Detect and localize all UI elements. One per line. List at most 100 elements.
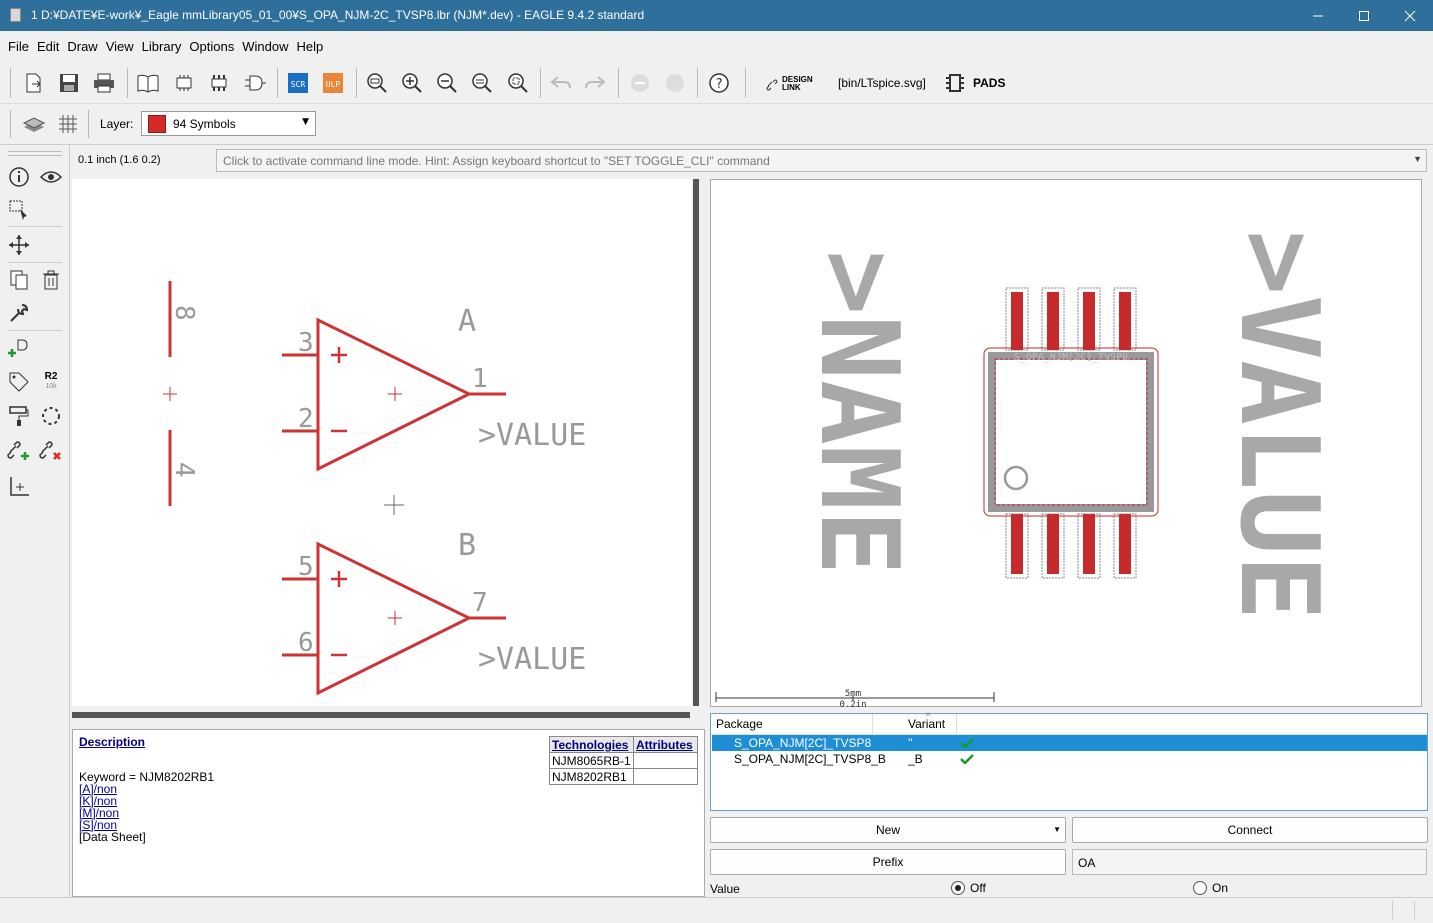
go-icon[interactable]	[663, 71, 687, 95]
library-book-icon[interactable]	[136, 71, 160, 95]
technologies-header[interactable]: Technologies	[549, 736, 634, 753]
menu-bar: File Edit Draw View Library Options Wind…	[0, 31, 1433, 61]
new-button[interactable]: New ▼	[710, 817, 1066, 843]
zoom-fit-icon[interactable]	[365, 71, 389, 95]
wrench-icon[interactable]	[6, 300, 32, 326]
sort-up-icon: ^	[926, 711, 931, 721]
scale-top-label: 5mm	[845, 689, 861, 699]
value-label: Value	[710, 882, 740, 896]
open-file-icon[interactable]	[22, 71, 46, 95]
dashed-circle-icon[interactable]	[38, 403, 64, 429]
info-icon[interactable]	[6, 164, 32, 190]
symbol-icon[interactable]	[243, 71, 267, 95]
svg-text:?: ?	[715, 77, 723, 92]
pads-button[interactable]: PADS	[945, 73, 1005, 93]
radio-selected-icon	[951, 881, 965, 895]
datasheet-text: [Data Sheet]	[79, 830, 146, 844]
title-bar: 1 D:¥DATE¥E-work¥_Eagle mmLibrary05_01_0…	[0, 0, 1433, 31]
add-gate-icon[interactable]	[6, 336, 32, 362]
undo-icon[interactable]	[549, 71, 573, 95]
ulp-icon[interactable]: ULP	[321, 71, 345, 95]
gate-a-pin-plus: 3	[298, 328, 314, 358]
value-on-radio[interactable]: On	[1193, 881, 1228, 895]
stop-icon[interactable]	[628, 71, 652, 95]
connect-button[interactable]: Connect	[1072, 817, 1428, 843]
package-icon[interactable]	[207, 71, 231, 95]
check-icon	[960, 754, 974, 764]
redo-icon[interactable]	[583, 71, 607, 95]
zoom-previous-icon[interactable]	[470, 71, 494, 95]
layer-settings-icon[interactable]	[22, 112, 46, 136]
zoom-select-icon[interactable]	[506, 71, 530, 95]
chevron-down-icon: ▼	[1053, 825, 1061, 834]
delete-trash-icon[interactable]	[38, 267, 64, 293]
device-icon[interactable]	[172, 71, 196, 95]
package-row[interactable]: S_OPA_NJM[2C]_TVSP8 ''	[712, 735, 1427, 751]
symbol-canvas[interactable]: A B >VALUE >VALUE 3 2 1 5 6 7 8 4	[72, 179, 692, 706]
value-off-radio[interactable]: Off	[951, 881, 986, 895]
window-title: 1 D:¥DATE¥E-work¥_Eagle mmLibrary05_01_0…	[31, 8, 645, 22]
gate-b-pin-plus: 5	[298, 552, 314, 582]
menu-library[interactable]: Library	[137, 39, 187, 54]
gate-a-name: A	[458, 304, 476, 339]
prefix-field[interactable]: OA	[1072, 849, 1427, 875]
design-link-button[interactable]: DESIGN LINK	[766, 75, 826, 93]
attribute-tag-icon[interactable]	[6, 369, 32, 395]
ltspice-button[interactable]: [bin/LTspice.svg]	[838, 76, 926, 90]
close-button[interactable]	[1387, 0, 1433, 31]
package-list: Package Variant ^ S_OPA_NJM[2C]_TVSP8 ''…	[710, 711, 1428, 811]
maximize-button[interactable]	[1341, 0, 1387, 31]
menu-file[interactable]: File	[3, 39, 34, 54]
package-column-header[interactable]: Package	[716, 717, 763, 731]
power-pin-bottom: 4	[169, 462, 199, 478]
menu-options[interactable]: Options	[184, 39, 239, 54]
technology-cell: NJM8202RB1	[549, 768, 634, 785]
grid-icon[interactable]	[56, 112, 80, 136]
symbol-canvas-vertical-scrollbar[interactable]	[693, 179, 699, 706]
dimension-icon[interactable]	[6, 473, 32, 499]
layer-color-swatch	[148, 115, 166, 133]
zoom-out-icon[interactable]	[435, 71, 459, 95]
disconnect-link-icon[interactable]	[38, 437, 64, 463]
gate-b-name: B	[458, 528, 476, 563]
package-row[interactable]: S_OPA_NJM[2C]_TVSP8_B _B	[712, 751, 1427, 767]
radio-unselected-icon	[1193, 881, 1207, 895]
show-eye-icon[interactable]	[38, 164, 64, 190]
zoom-in-icon[interactable]	[400, 71, 424, 95]
print-icon[interactable]	[92, 71, 116, 95]
menu-help[interactable]: Help	[291, 39, 328, 54]
command-line-input[interactable]: Click to activate command line mode. Hin…	[216, 149, 1427, 172]
help-icon[interactable]: ?	[707, 71, 731, 95]
move-icon[interactable]	[6, 232, 32, 258]
copy-icon[interactable]	[6, 267, 32, 293]
status-bar	[0, 897, 1433, 923]
prefix-button[interactable]: Prefix	[710, 849, 1066, 875]
symbol-canvas-horizontal-scrollbar[interactable]	[72, 712, 690, 718]
menu-edit[interactable]: Edit	[32, 39, 64, 54]
menu-view[interactable]: View	[101, 39, 139, 54]
chevron-down-icon[interactable]: ▼	[1413, 154, 1422, 164]
gate-b-value: >VALUE	[478, 642, 586, 677]
paint-roller-icon[interactable]	[6, 403, 32, 429]
menu-draw[interactable]: Draw	[62, 39, 102, 54]
check-icon	[960, 738, 974, 748]
package-preview: >NAME >VALUE S_OPA_NJM[2C]_TVSP8 5mm 0.2…	[710, 179, 1422, 710]
attribute-cell	[633, 768, 698, 785]
attributes-header[interactable]: Attributes	[633, 736, 698, 753]
layer-dropdown[interactable]: 94 Symbols ▼	[141, 111, 316, 136]
smash-value-icon[interactable]: R2 10k	[38, 369, 64, 395]
layer-value: 94 Symbols	[173, 117, 236, 131]
menu-window[interactable]: Window	[237, 39, 293, 54]
scale-bottom-label: 0.2in	[839, 700, 866, 708]
description-link[interactable]: Description	[79, 735, 145, 749]
script-icon[interactable]: SCR	[286, 71, 310, 95]
technology-cell: NJM8065RB-1	[549, 752, 634, 769]
package-label: S_OPA_NJM[2C]_TVSP8	[1014, 352, 1128, 363]
gate-a-pin-out: 1	[472, 364, 488, 394]
save-icon[interactable]	[57, 71, 81, 95]
minimize-button[interactable]	[1295, 0, 1341, 31]
package-value-text: >VALUE	[1216, 230, 1341, 620]
layer-label: Layer:	[100, 117, 134, 131]
connect-link-icon[interactable]	[6, 437, 32, 463]
group-select-icon[interactable]	[6, 197, 32, 223]
